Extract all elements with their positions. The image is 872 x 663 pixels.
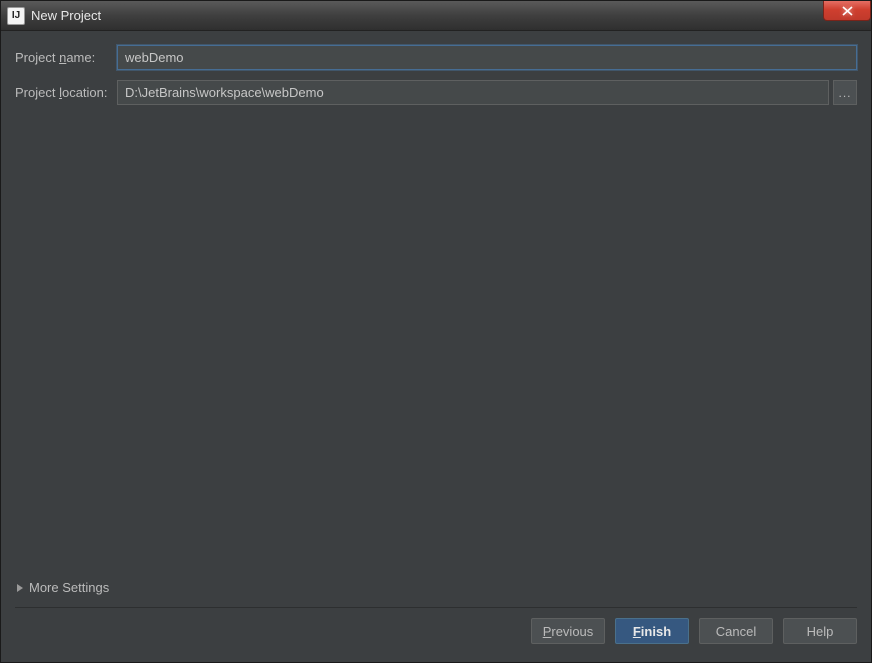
help-button[interactable]: Help xyxy=(783,618,857,644)
browse-location-button[interactable]: ... xyxy=(833,80,857,105)
cancel-button[interactable]: Cancel xyxy=(699,618,773,644)
project-location-label: Project location: xyxy=(15,85,117,100)
dialog-content: Project name: Project location: ... More… xyxy=(1,31,871,662)
new-project-dialog: IJ New Project Project name: Project loc… xyxy=(0,0,872,663)
finish-button[interactable]: Finish xyxy=(615,618,689,644)
window-title: New Project xyxy=(31,8,101,23)
close-button[interactable] xyxy=(823,1,871,21)
project-name-input[interactable] xyxy=(117,45,857,70)
more-settings-toggle[interactable]: More Settings xyxy=(15,574,857,607)
button-row: Previous Finish Cancel Help xyxy=(15,618,857,652)
more-settings-label: More Settings xyxy=(29,580,109,595)
previous-button[interactable]: Previous xyxy=(531,618,605,644)
project-location-input[interactable] xyxy=(117,80,829,105)
ellipsis-icon: ... xyxy=(838,86,851,100)
app-icon: IJ xyxy=(7,7,25,25)
project-location-row: Project location: ... xyxy=(15,80,857,105)
project-name-row: Project name: xyxy=(15,45,857,70)
chevron-right-icon xyxy=(17,584,23,592)
content-spacer xyxy=(15,115,857,574)
close-icon xyxy=(842,6,853,16)
divider xyxy=(15,607,857,608)
titlebar: IJ New Project xyxy=(1,1,871,31)
project-name-label: Project name: xyxy=(15,50,117,65)
